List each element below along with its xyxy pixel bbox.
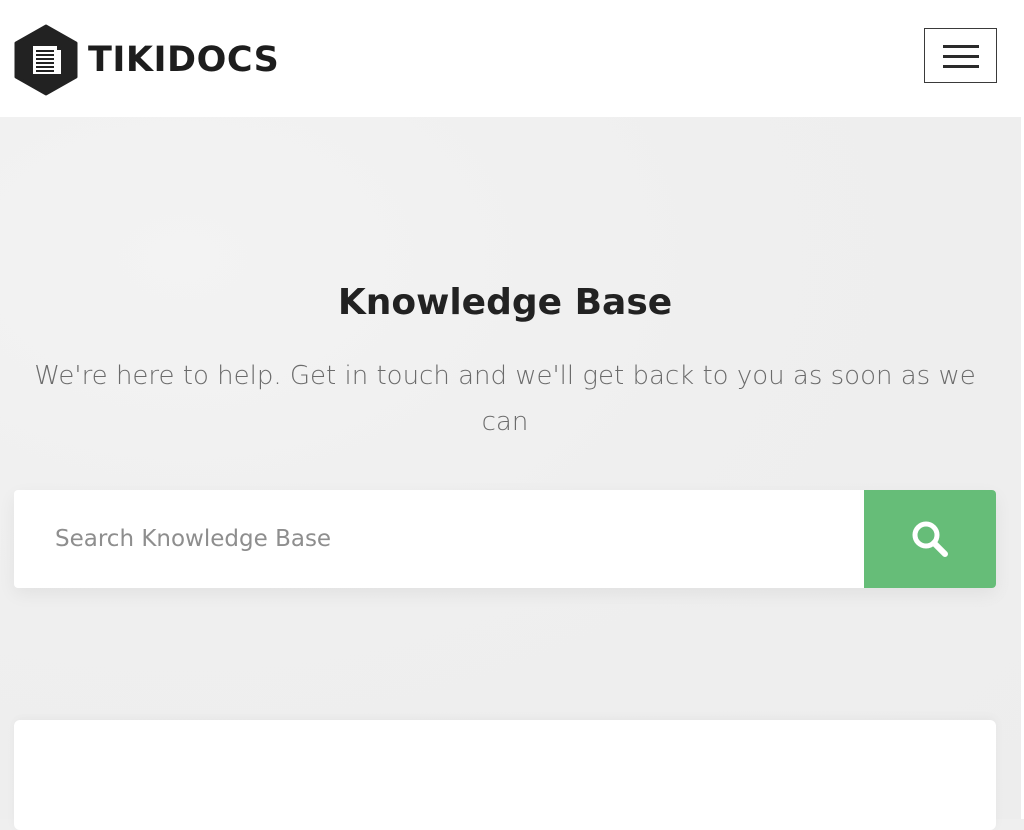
search-button[interactable] xyxy=(864,490,996,588)
search-icon xyxy=(912,521,948,557)
hero-section xyxy=(0,117,1021,819)
search-input[interactable] xyxy=(14,490,863,588)
hamburger-menu-icon xyxy=(943,45,979,48)
hamburger-menu-icon-bar-2 xyxy=(943,55,979,58)
content-card xyxy=(14,720,996,830)
search-form xyxy=(14,490,996,588)
page-title: Knowledge Base xyxy=(337,282,673,323)
site-header: TIKIDOCS xyxy=(0,0,1021,117)
hamburger-menu-icon-bar-3 xyxy=(943,65,979,68)
hero-subtitle: We're here to help. Get in touch and we'… xyxy=(34,361,976,437)
document-hexagon-icon xyxy=(14,24,78,96)
brand-name: TIKIDOCS xyxy=(88,39,280,80)
hamburger-menu-button[interactable] xyxy=(924,28,997,83)
site-logo[interactable]: TIKIDOCS xyxy=(13,24,279,96)
